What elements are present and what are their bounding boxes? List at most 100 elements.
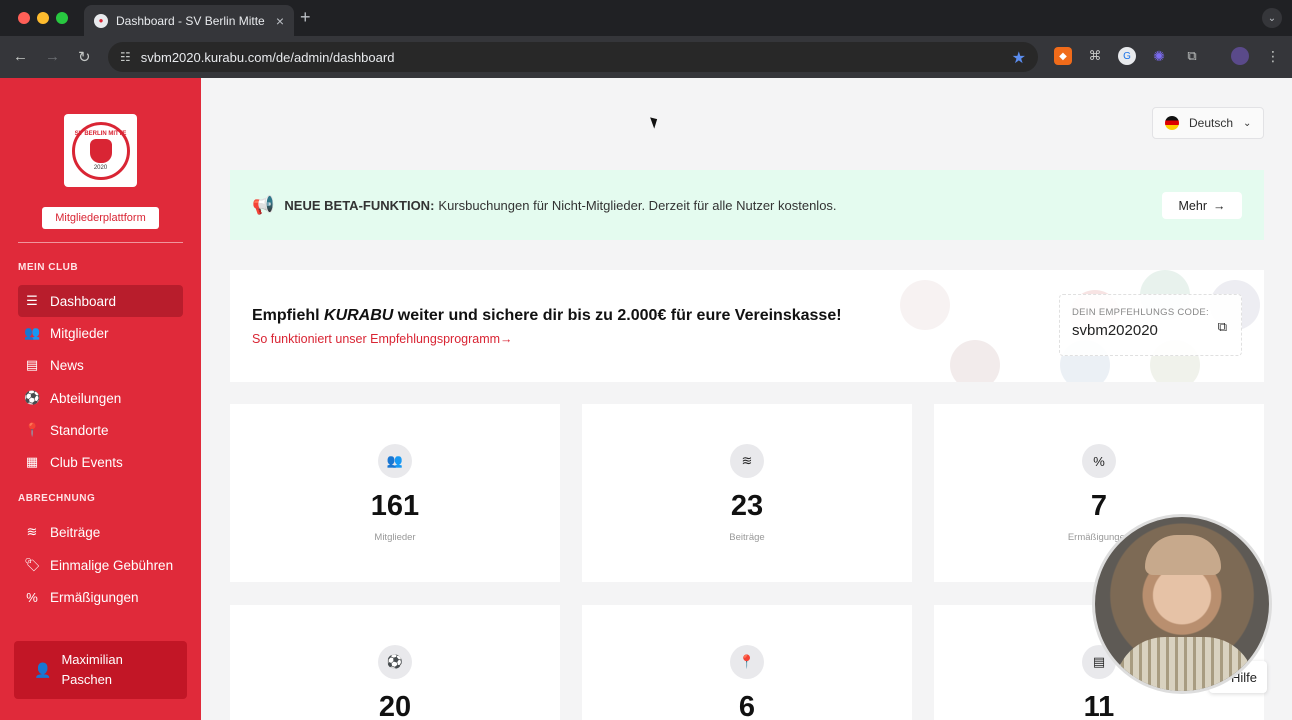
language-label: Deutsch — [1189, 116, 1234, 130]
stat-value: 161 — [370, 490, 420, 522]
webcam-hair — [1145, 535, 1221, 575]
reload-icon[interactable]: ↻ — [78, 48, 91, 66]
referral-title-pre: Empfiehl — [252, 307, 325, 324]
back-arrow-icon[interactable]: ← — [13, 48, 28, 65]
browser-tabbar: ● Dashboard - SV Berlin Mitte 2 × + ⌄ — [0, 0, 1292, 36]
sidebar-item-label: Mitglieder — [50, 325, 109, 341]
list-icon: ☰ — [26, 293, 38, 308]
referral-title-post: weiter und sichere dir bis zu 2.000€ für… — [393, 307, 842, 324]
referral-program-link[interactable]: So funktioniert unser Empfehlungsprogram… — [252, 332, 513, 346]
megaphone-icon: 📢 — [252, 194, 275, 215]
browser-menu-icon[interactable]: ⋮ — [1264, 47, 1282, 65]
stat-card-departments[interactable]: ⚽ 20 — [230, 605, 560, 720]
more-button[interactable]: Mehr → — [1162, 192, 1242, 219]
stat-value: 11 — [1083, 691, 1115, 720]
map-pin-icon: 📍 — [24, 422, 41, 437]
users-icon: 👥 — [24, 325, 41, 340]
sidebar-item-departments[interactable]: ⚽ Abteilungen — [18, 382, 183, 414]
stat-card-fees[interactable]: ≋ 23 Beiträge — [582, 404, 912, 582]
language-select[interactable]: Deutsch ⌄ — [1152, 107, 1264, 139]
sidebar-item-label: Abteilungen — [50, 390, 122, 406]
ball-icon: ⚽ — [378, 645, 412, 679]
bookmark-star-icon[interactable]: ★ — [1012, 48, 1026, 68]
stat-value: 6 — [738, 691, 756, 720]
tag-icon: 🏷 — [24, 557, 41, 572]
calendar-icon: ▦ — [25, 454, 39, 469]
newspaper-icon: ▤ — [25, 357, 39, 372]
sidebar-item-members[interactable]: 👥 Mitglieder — [18, 317, 183, 349]
layers-icon: ≋ — [730, 444, 764, 478]
map-pin-icon: 📍 — [730, 645, 764, 679]
beta-feature-banner: 📢 NEUE BETA-FUNKTION: Kursbuchungen für … — [230, 170, 1264, 240]
percent-icon: % — [1082, 444, 1116, 478]
hubspot-extension-icon[interactable]: ◆ — [1054, 47, 1072, 65]
beta-text: Kursbuchungen für Nicht-Mitglieder. Derz… — [438, 197, 837, 213]
club-logo[interactable]: SV BERLIN MITTE 2020 — [64, 114, 137, 187]
sidebar-item-dashboard[interactable]: ☰ Dashboard — [18, 285, 183, 317]
users-icon: 👥 — [378, 444, 412, 478]
site-settings-icon[interactable]: ☷ — [120, 50, 131, 64]
site-favicon-icon: ● — [94, 13, 108, 28]
sidebar-item-fees[interactable]: ≋ Beiträge — [18, 516, 183, 548]
translate-extension-icon[interactable]: ⌘ — [1086, 47, 1104, 65]
forward-arrow-icon[interactable]: → — [45, 48, 60, 65]
user-profile-button[interactable]: 👤 Maximilian Paschen — [14, 641, 187, 699]
beta-label: NEUE BETA-FUNKTION: — [284, 197, 435, 213]
sidebar-item-locations[interactable]: 📍 Standorte — [18, 414, 183, 446]
puzzle-extensions-icon[interactable]: ⧉ — [1183, 47, 1201, 65]
sidebar-item-label: Club Events — [50, 454, 123, 470]
close-tab-icon[interactable]: × — [276, 13, 284, 29]
sidebar-item-label: Ermäßigungen — [50, 589, 139, 605]
sidebar-item-one-time-fees[interactable]: 🏷 Einmalige Gebühren — [18, 549, 183, 581]
logo-year-text: 2020 — [93, 164, 108, 171]
copy-icon[interactable]: ⧉ — [1218, 319, 1227, 335]
logo-top-text: SV BERLIN MITTE — [74, 130, 127, 137]
stat-card-locations[interactable]: 📍 6 — [582, 605, 912, 720]
minimize-window-button[interactable] — [37, 12, 49, 24]
section-billing: ABRECHNUNG — [18, 493, 96, 504]
sidebar-item-club-events[interactable]: ▦ Club Events — [18, 446, 183, 478]
club-crest-icon: SV BERLIN MITTE 2020 — [71, 121, 130, 180]
sidebar-item-label: Beiträge — [50, 524, 101, 540]
referral-code-box: DEIN EMPFEHLUNGS CODE: svbm202020 ⧉ — [1059, 294, 1242, 356]
stat-value: 20 — [378, 691, 412, 720]
stat-card-members[interactable]: 👥 161 Mitglieder — [230, 404, 560, 582]
webcam-shirt — [1115, 637, 1255, 691]
user-icon: 👤 — [34, 662, 52, 678]
stat-label: Mitglieder — [374, 532, 416, 543]
stat-value: 23 — [730, 490, 764, 522]
maximize-window-button[interactable] — [56, 12, 68, 24]
browser-tab-dashboard[interactable]: ● Dashboard - SV Berlin Mitte 2 × — [84, 5, 294, 36]
profile-avatar[interactable] — [1231, 47, 1249, 65]
address-bar[interactable]: ☷ svbm2020.kurabu.com/de/admin/dashboard… — [108, 42, 1038, 72]
referral-card: Empfiehl KURABU weiter und sichere dir b… — [230, 270, 1264, 382]
member-platform-button[interactable]: Mitgliederplattform — [42, 207, 159, 229]
tab-search-chevron-icon[interactable]: ⌄ — [1262, 8, 1282, 28]
gear-extension-icon[interactable]: ✺ — [1150, 47, 1168, 65]
percent-icon: % — [26, 589, 38, 605]
user-last-name: Paschen — [61, 672, 113, 687]
webcam-overlay — [1092, 514, 1272, 694]
sidebar-item-label: Standorte — [50, 422, 109, 438]
chevron-down-icon: ⌄ — [1243, 117, 1252, 129]
close-window-button[interactable] — [18, 12, 30, 24]
user-name: Maximilian Paschen — [61, 650, 122, 690]
sidebar-divider — [18, 242, 183, 243]
grammar-extension-icon[interactable]: G — [1118, 47, 1136, 65]
stat-value: 7 — [1090, 490, 1108, 522]
url-text: svbm2020.kurabu.com/de/admin/dashboard — [140, 49, 395, 65]
sidebar-item-label: News — [50, 357, 84, 373]
user-first-name: Maximilian — [61, 652, 123, 667]
sidebar-item-label: Einmalige Gebühren — [50, 557, 174, 573]
berlin-bear-icon — [89, 138, 112, 163]
sidebar-item-discounts[interactable]: % Ermäßigungen — [18, 581, 183, 613]
new-tab-button[interactable]: + — [300, 7, 311, 28]
referral-code-label: DEIN EMPFEHLUNGS CODE: — [1072, 307, 1209, 318]
tab-title: Dashboard - SV Berlin Mitte 2 — [116, 13, 268, 28]
sidebar: SV BERLIN MITTE 2020 Mitgliederplattform… — [0, 78, 201, 720]
browser-toolbar: ← → ↻ ☷ svbm2020.kurabu.com/de/admin/das… — [0, 36, 1292, 78]
referral-brand: KURABU — [324, 307, 394, 324]
german-flag-icon — [1165, 116, 1179, 130]
sidebar-item-news[interactable]: ▤ News — [18, 349, 183, 381]
more-label: Mehr — [1178, 198, 1207, 213]
